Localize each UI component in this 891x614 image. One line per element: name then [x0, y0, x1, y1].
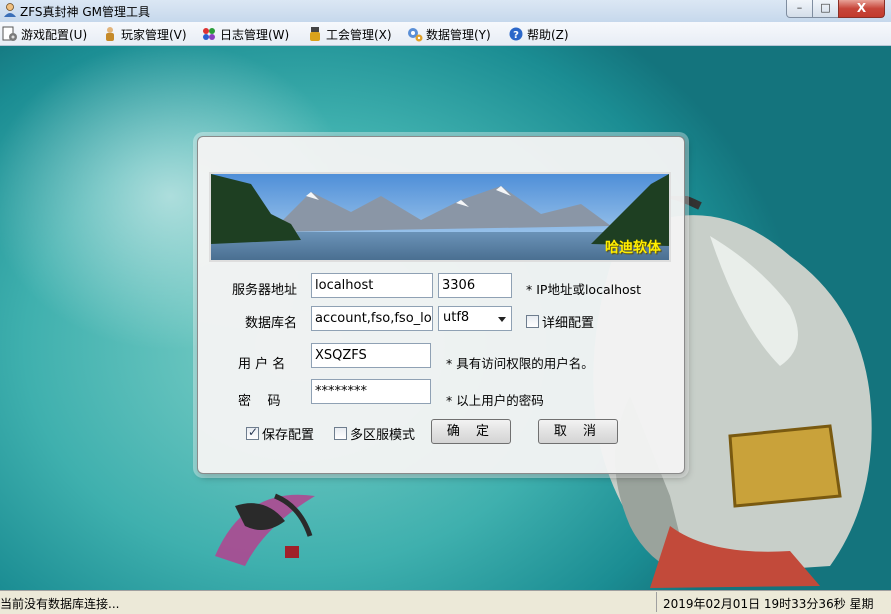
menu-help[interactable]: ? 帮助(Z) — [508, 25, 569, 43]
detail-config-checkbox[interactable]: 详细配置 — [526, 312, 594, 331]
multi-server-label: 多区服模式 — [350, 428, 416, 443]
database-name-input[interactable]: account,fso,fso_log — [311, 306, 433, 331]
save-config-checkbox[interactable]: 保存配置 — [246, 424, 314, 443]
status-bar: 当前没有数据库连接... 2019年02月01日 19时33分36秒 星期五 — [0, 590, 891, 614]
port-input[interactable]: 3306 — [438, 273, 512, 298]
maximize-button[interactable]: □ — [812, 0, 839, 18]
cancel-button[interactable]: 取 消 — [538, 419, 618, 444]
brand-label: 哈迪软体 — [605, 240, 661, 256]
charset-select[interactable]: utf8 — [438, 306, 512, 331]
menu-data-manage[interactable]: 数据管理(Y) — [407, 25, 491, 43]
menu-guild-manage[interactable]: 工会管理(X) — [307, 25, 392, 43]
username-input[interactable]: XSQZFS — [311, 343, 431, 368]
help-icon: ? — [509, 27, 523, 41]
password-input[interactable]: ******** — [311, 379, 431, 404]
gear-icon — [408, 28, 423, 42]
menu-label: 数据管理(Y) — [426, 27, 491, 42]
password-hint: * 以上用户的密码 — [446, 393, 544, 408]
game-logo — [215, 493, 315, 566]
guild-icon — [310, 27, 320, 41]
ok-button[interactable]: 确 定 — [431, 419, 511, 444]
svg-text:?: ? — [513, 30, 519, 41]
username-hint: * 具有访问权限的用户名。 — [446, 356, 594, 371]
menu-label: 帮助(Z) — [527, 27, 569, 42]
app-icon — [4, 3, 16, 17]
close-button[interactable]: X — [838, 0, 885, 18]
username-label: 用 户 名 — [238, 357, 286, 372]
password-label: 密 码 — [238, 394, 281, 409]
menu-player-manage[interactable]: 玩家管理(V) — [102, 25, 187, 43]
person-icon — [106, 27, 114, 41]
chevron-down-icon — [498, 317, 506, 322]
menu-label: 日志管理(W) — [220, 27, 290, 42]
checkbox-box — [526, 315, 539, 328]
menu-label: 玩家管理(V) — [121, 27, 187, 42]
server-label: 服务器地址 — [232, 283, 298, 298]
multi-server-checkbox[interactable]: 多区服模式 — [334, 424, 415, 443]
detail-config-label: 详细配置 — [542, 316, 595, 331]
menu-bar: 游戏配置(U) 玩家管理(V) 日志管理(W) 工会管理(X) 数据管理(Y) — [0, 22, 891, 46]
title-bar: ZFS真封神 GM管理工具 – □ X — [0, 0, 891, 22]
menu-log-manage[interactable]: 日志管理(W) — [201, 25, 289, 43]
db-config-dialog: 哈迪软体 服务器地址 localhost 3306 * IP地址或localho… — [197, 136, 685, 474]
checkbox-box — [334, 427, 347, 440]
menu-label: 游戏配置(U) — [21, 27, 88, 42]
save-config-label: 保存配置 — [262, 428, 315, 443]
connection-status: 当前没有数据库连接... — [0, 597, 120, 611]
database-label: 数据库名 — [245, 316, 298, 331]
banner-image: 哈迪软体 — [209, 172, 671, 262]
molecule-icon — [203, 28, 215, 40]
window-title: ZFS真封神 GM管理工具 — [20, 5, 150, 19]
mountain-lake-image — [211, 174, 669, 260]
gear-doc-icon — [2, 26, 17, 41]
checkbox-box — [246, 425, 259, 440]
menu-label: 工会管理(X) — [326, 27, 392, 42]
menu-game-config[interactable]: 游戏配置(U) — [2, 25, 87, 43]
server-address-input[interactable]: localhost — [311, 273, 433, 298]
server-hint: * IP地址或localhost — [526, 282, 642, 297]
datetime-status: 2019年02月01日 19时33分36秒 星期五 — [656, 592, 891, 612]
minimize-button[interactable]: – — [786, 0, 813, 18]
charset-value: utf8 — [443, 310, 470, 325]
